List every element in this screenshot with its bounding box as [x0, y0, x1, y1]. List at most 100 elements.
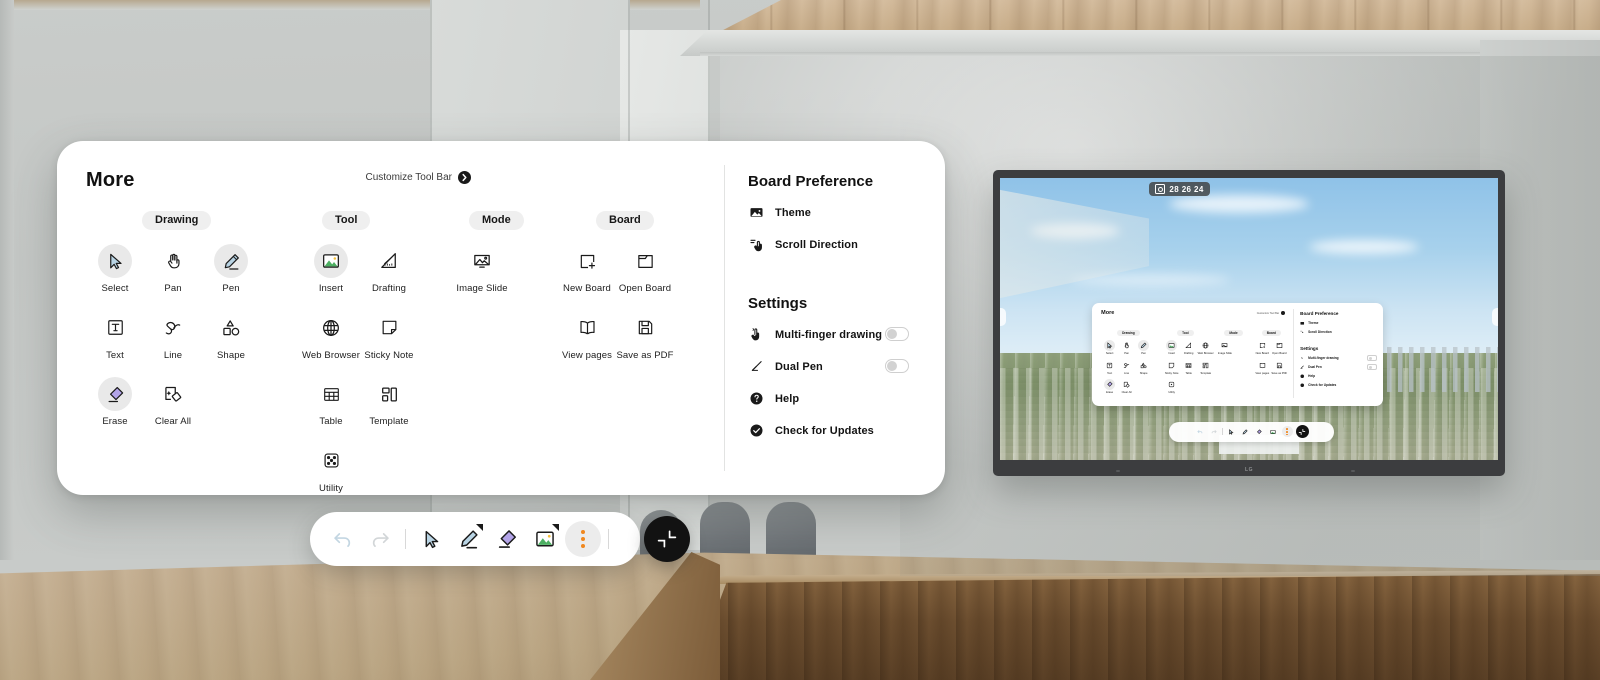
- toolbar-redo-button[interactable]: [362, 521, 398, 557]
- mini-tool-label: Open Board: [1272, 352, 1287, 356]
- mini-eraser-button[interactable]: [1254, 426, 1265, 437]
- mini-pen-button[interactable]: [1240, 426, 1251, 437]
- mini-tool[interactable]: Text: [1101, 360, 1118, 375]
- floppy-save-icon: [628, 311, 662, 345]
- tool-erase[interactable]: Erase: [86, 377, 144, 428]
- tool-new-board[interactable]: New Board: [558, 244, 616, 295]
- mini-tool-label: Table: [1185, 371, 1192, 375]
- tool-label: Image Slide: [456, 283, 508, 294]
- help-circle-icon: [1300, 373, 1305, 378]
- display-id-text: 28 26 24: [1169, 184, 1204, 194]
- tool-pen[interactable]: Pen: [202, 244, 260, 295]
- mini-redo-button[interactable]: [1208, 426, 1219, 437]
- setting-label: Multi-finger drawing: [775, 328, 883, 341]
- mini-pref-theme[interactable]: Theme: [1300, 320, 1383, 325]
- pref-theme[interactable]: Theme: [748, 204, 945, 221]
- mini-tool[interactable]: View pages: [1254, 360, 1271, 375]
- pref-scroll-direction[interactable]: Scroll Direction: [748, 236, 945, 253]
- mini-tool[interactable]: Template: [1197, 360, 1214, 375]
- customize-tool-bar-button[interactable]: Customize Tool Bar: [365, 171, 471, 184]
- tool-utility[interactable]: Utility: [302, 444, 360, 495]
- mini-more-button[interactable]: [1281, 426, 1293, 438]
- mini-tool[interactable]: Utility: [1163, 379, 1180, 394]
- dual-pen-icon: [748, 358, 765, 375]
- tool-shape[interactable]: Shape: [202, 311, 260, 362]
- toolbar-divider: [405, 529, 406, 549]
- check-circle-icon: [1300, 382, 1305, 387]
- mini-setting-dual-pen[interactable]: Dual Pen: [1300, 364, 1383, 371]
- mini-tool[interactable]: Pen: [1135, 340, 1152, 355]
- mini-tool-label: Drafting: [1183, 352, 1194, 356]
- mini-select-button[interactable]: [1226, 426, 1237, 437]
- toolbar-collapse-button[interactable]: [644, 516, 690, 562]
- setting-help[interactable]: Help: [748, 390, 945, 407]
- mini-tool[interactable]: Line: [1118, 360, 1135, 375]
- tool-image-slide[interactable]: Image Slide: [453, 244, 511, 295]
- tool-table[interactable]: Table: [302, 377, 360, 428]
- mini-undo-button[interactable]: [1194, 426, 1205, 437]
- setting-check-for-updates[interactable]: Check for Updates: [748, 422, 945, 439]
- mini-setting-multi-finger[interactable]: Multi-finger drawing: [1300, 355, 1383, 362]
- mini-tool-label: Image Slide: [1217, 352, 1232, 356]
- tool-open-board[interactable]: Open Board: [616, 244, 674, 295]
- tool-pan[interactable]: Pan: [144, 244, 202, 295]
- mini-tool[interactable]: Image Slide: [1216, 340, 1233, 355]
- mini-setting-help[interactable]: Help: [1300, 373, 1383, 378]
- tool-web-browser[interactable]: Web Browser: [302, 311, 360, 362]
- mini-collapse-button[interactable]: [1295, 425, 1309, 439]
- tool-line[interactable]: Line: [144, 311, 202, 362]
- toolbar-pen-button[interactable]: [451, 521, 487, 557]
- mini-toggle-dual-pen[interactable]: [1367, 364, 1378, 371]
- mini-toggle-multi-finger[interactable]: [1367, 355, 1378, 362]
- tool-label: Template: [369, 416, 409, 428]
- setting-multi-finger-drawing[interactable]: Multi-finger drawing: [748, 326, 945, 343]
- toolbar-select-button[interactable]: [413, 521, 449, 557]
- tool-template[interactable]: Template: [360, 377, 418, 428]
- mini-tool-label: Web Browser: [1197, 352, 1214, 356]
- mini-group-mode: Mode Image Slide: [1216, 321, 1253, 398]
- tool-drafting[interactable]: Drafting: [360, 244, 418, 295]
- floppy-save-icon: [1274, 360, 1285, 371]
- tool-text[interactable]: Text: [86, 311, 144, 362]
- mini-tool[interactable]: Insert: [1163, 340, 1180, 355]
- mini-tool[interactable]: Table: [1180, 360, 1197, 375]
- eraser-icon: [98, 377, 132, 412]
- tool-select[interactable]: Select: [86, 244, 144, 295]
- mini-tool[interactable]: Pan: [1118, 340, 1135, 355]
- toolbar-eraser-button[interactable]: [489, 521, 525, 557]
- image-slide-icon: [465, 244, 499, 278]
- mini-tool-label: New Board: [1255, 352, 1269, 356]
- group-drawing: Drawing Select Pan Pen Text Line Shape E…: [86, 210, 302, 510]
- mini-tool[interactable]: Shape: [1135, 360, 1152, 375]
- toolbar-undo-button[interactable]: [324, 521, 360, 557]
- tool-insert[interactable]: Insert: [302, 244, 360, 295]
- toggle-dual-pen[interactable]: [885, 359, 909, 373]
- left-side-handle[interactable]: [1000, 307, 1006, 326]
- mini-tool[interactable]: Web Browser: [1197, 340, 1214, 355]
- mini-setting-updates[interactable]: Check for Updates: [1300, 382, 1383, 387]
- tool-sticky-note[interactable]: Sticky Note: [360, 311, 418, 362]
- mini-tool[interactable]: Select: [1101, 340, 1118, 355]
- mini-image-button[interactable]: [1268, 426, 1279, 437]
- image-insert-icon: [314, 244, 348, 278]
- mini-pref-scroll-direction[interactable]: Scroll Direction: [1300, 329, 1383, 334]
- right-side-handle[interactable]: [1492, 307, 1498, 326]
- tool-clear-all[interactable]: Clear All: [144, 377, 202, 428]
- mini-tool[interactable]: Clear All: [1118, 379, 1135, 394]
- mini-tool[interactable]: Sticky Note: [1163, 360, 1180, 375]
- tool-view-pages[interactable]: View pages: [558, 311, 616, 362]
- mini-tool[interactable]: Open Board: [1271, 340, 1288, 355]
- tool-save-as-pdf[interactable]: Save as PDF: [616, 311, 674, 362]
- mini-tool[interactable]: New Board: [1254, 340, 1271, 355]
- toolbar-image-button[interactable]: [527, 521, 563, 557]
- toolbar-more-button[interactable]: [565, 521, 601, 557]
- setting-dual-pen[interactable]: Dual Pen: [748, 358, 945, 375]
- toggle-multi-finger-drawing[interactable]: [885, 327, 909, 341]
- mini-tool[interactable]: Drafting: [1180, 340, 1197, 355]
- mini-tool[interactable]: Save as PDF: [1271, 360, 1288, 375]
- mini-tool[interactable]: Erase: [1101, 378, 1118, 394]
- multi-finger-icon: [748, 326, 765, 343]
- tool-label: Sticky Note: [364, 349, 414, 361]
- display-brand-logo: LG: [1245, 467, 1253, 473]
- mini-customize-tool-bar[interactable]: Customize Tool Bar: [1257, 311, 1286, 316]
